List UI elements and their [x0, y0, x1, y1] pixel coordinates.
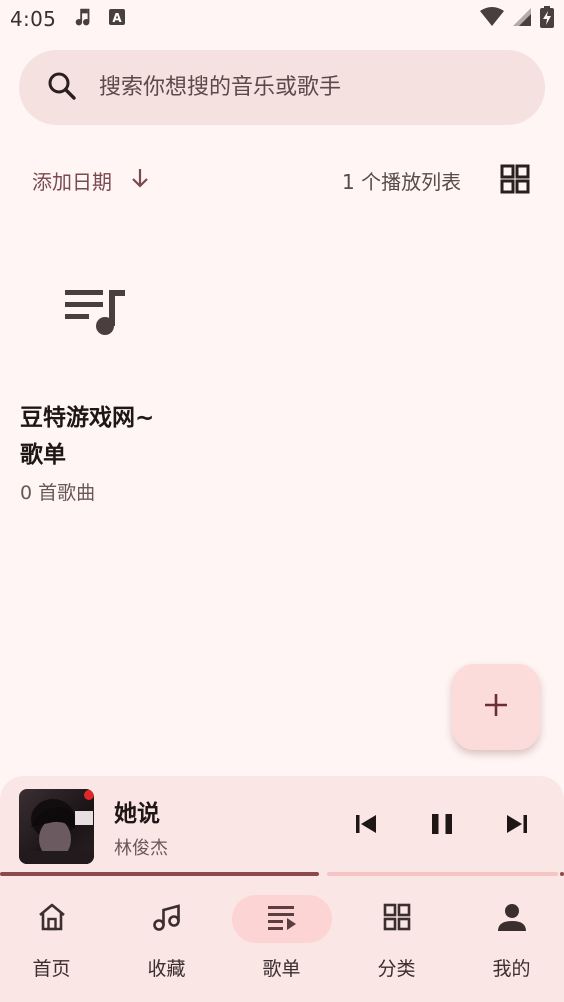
music-notes-icon: [151, 901, 183, 937]
add-playlist-button[interactable]: [452, 664, 540, 750]
nav-label: 首页: [32, 958, 71, 980]
status-time: 4:05: [10, 7, 57, 31]
sort-label: 添加日期: [32, 169, 112, 194]
svg-text:A: A: [112, 11, 122, 25]
album-art[interactable]: [19, 789, 94, 864]
wifi-icon: [480, 7, 504, 31]
progress-end-marker: [560, 872, 564, 876]
plus-icon: [484, 693, 508, 721]
nav-item-categories[interactable]: 分类: [339, 878, 454, 1002]
text-input-icon: A: [108, 8, 126, 30]
playlist-count: 1 个播放列表: [342, 169, 462, 194]
nav-active-pill: [231, 895, 332, 943]
nav-item-home[interactable]: 首页: [0, 878, 109, 1002]
sort-row: 添加日期 1 个播放列表: [0, 158, 564, 202]
nav-label: 我的: [492, 958, 531, 980]
grid-view-icon[interactable]: [500, 164, 530, 198]
status-bar: 4:05 A: [0, 0, 564, 38]
nav-item-favorites[interactable]: 收藏: [109, 878, 224, 1002]
mini-player[interactable]: 她说 林俊杰: [0, 776, 564, 878]
nav-label: 歌单: [262, 958, 301, 980]
bottom-nav: 首页 收藏 歌单 分类 我的: [0, 878, 564, 1002]
cellular-signal-icon: [512, 7, 532, 31]
person-icon: [497, 902, 527, 936]
search-input[interactable]: [99, 75, 499, 100]
arrow-down-icon: [130, 167, 150, 194]
playlist-title-line2: 歌单: [20, 442, 66, 468]
progress-played: [0, 872, 319, 876]
music-note-icon: [72, 6, 94, 32]
search-icon: [47, 71, 77, 105]
song-title: 她说: [114, 801, 160, 827]
progress-bar[interactable]: [0, 872, 564, 876]
song-artist: 林俊杰: [114, 838, 168, 859]
grid-icon: [383, 903, 411, 935]
nav-label: 收藏: [147, 958, 186, 980]
search-bar[interactable]: [19, 50, 545, 125]
home-icon: [36, 901, 68, 937]
sort-button[interactable]: 添加日期: [32, 166, 150, 195]
battery-charging-icon: [540, 6, 554, 32]
playlist-art: [20, 250, 172, 380]
playlist-icon: [267, 904, 297, 934]
nav-label: 分类: [377, 958, 416, 980]
pause-icon[interactable]: [430, 812, 454, 840]
nav-item-playlists[interactable]: 歌单: [224, 878, 339, 1002]
queue-music-icon: [65, 288, 127, 342]
progress-remaining: [327, 872, 558, 876]
playlist-card[interactable]: 豆特游戏网~ 歌单 0 首歌曲: [20, 250, 190, 505]
nav-item-profile[interactable]: 我的: [454, 878, 564, 1002]
playlist-song-count: 0 首歌曲: [20, 482, 96, 504]
skip-next-icon[interactable]: [505, 812, 529, 840]
playlist-title-line1: 豆特游戏网~: [20, 405, 155, 431]
skip-previous-icon[interactable]: [354, 812, 378, 840]
